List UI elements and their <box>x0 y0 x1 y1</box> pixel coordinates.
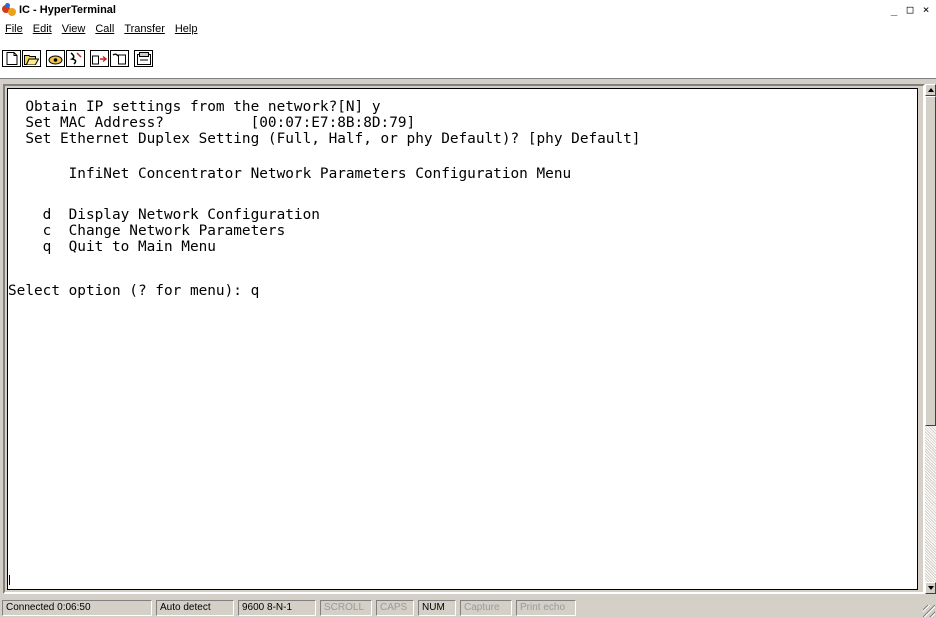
maximize-button[interactable]: □ <box>902 2 918 17</box>
menu-bar: File Edit View Call Transfer Help <box>0 19 936 38</box>
disconnect-icon[interactable] <box>66 50 85 67</box>
terminal-line-5: InfiNet Concentrator Network Parameters … <box>8 166 572 182</box>
terminal-line-1: Obtain IP settings from the network?[N] … <box>8 99 381 115</box>
toolbar-group-file <box>2 50 42 67</box>
minimize-button[interactable]: _ <box>886 2 902 17</box>
window-title: IC - HyperTerminal <box>19 3 116 16</box>
menu-help-label: Help <box>174 22 198 35</box>
terminal-line-7: d Display Network Configuration <box>8 207 320 223</box>
menu-view[interactable]: View <box>57 23 91 35</box>
terminal-line-9: q Quit to Main Menu <box>8 239 216 255</box>
window-controls: _ □ × <box>886 2 934 17</box>
terminal-line-2: Set MAC Address? [00:07:E7:8B:8D:79] <box>8 115 416 131</box>
menu-file[interactable]: File <box>0 23 28 35</box>
toolbar-group-properties <box>134 50 154 67</box>
text-cursor <box>9 575 10 585</box>
properties-icon[interactable] <box>134 50 153 67</box>
menu-transfer-label: Transfer <box>124 22 165 35</box>
terminal-line-11: Select option (? for menu): q <box>8 283 260 299</box>
status-num: NUM <box>418 600 456 616</box>
menu-transfer[interactable]: Transfer <box>119 23 170 35</box>
terminal-line-8: c Change Network Parameters <box>8 223 286 239</box>
title-bar: IC - HyperTerminal _ □ × <box>0 0 936 19</box>
send-icon[interactable] <box>90 50 109 67</box>
menu-view-label: View <box>61 22 86 35</box>
scroll-up-arrow-icon[interactable] <box>925 84 936 96</box>
status-port-settings: 9600 8-N-1 <box>238 600 316 616</box>
menu-edit-label: Edit <box>32 22 52 35</box>
status-print-echo: Print echo <box>516 600 576 616</box>
menu-call-label: Call <box>95 22 115 35</box>
toolbar-group-transfer <box>90 50 130 67</box>
connect-icon[interactable] <box>46 50 65 67</box>
menu-file-label: File <box>5 22 23 35</box>
status-caps: CAPS <box>376 600 414 616</box>
hyperterminal-app-icon[interactable] <box>2 2 16 17</box>
close-button[interactable]: × <box>918 2 934 17</box>
terminal-screen[interactable]: Obtain IP settings from the network?[N] … <box>7 88 918 590</box>
status-scroll: SCROLL <box>320 600 372 616</box>
menu-help[interactable]: Help <box>170 23 203 35</box>
vertical-scrollbar[interactable] <box>925 84 936 594</box>
open-icon[interactable] <box>22 50 41 67</box>
toolbar <box>0 38 936 79</box>
scroll-down-arrow-icon[interactable] <box>925 582 936 594</box>
status-capture: Capture <box>460 600 512 616</box>
terminal-line-3: Set Ethernet Duplex Setting (Full, Half,… <box>8 131 641 147</box>
status-connected: Connected 0:06:50 <box>2 600 152 616</box>
status-bar: Connected 0:06:50 Auto detect 9600 8-N-1… <box>0 598 936 618</box>
menu-call[interactable]: Call <box>90 23 119 35</box>
status-detect: Auto detect <box>156 600 234 616</box>
toolbar-group-call <box>46 50 86 67</box>
resize-grip-icon[interactable] <box>923 605 935 617</box>
new-icon[interactable] <box>2 50 21 67</box>
receive-icon[interactable] <box>110 50 129 67</box>
menu-edit[interactable]: Edit <box>28 23 57 35</box>
scrollbar-thumb[interactable] <box>925 96 936 426</box>
